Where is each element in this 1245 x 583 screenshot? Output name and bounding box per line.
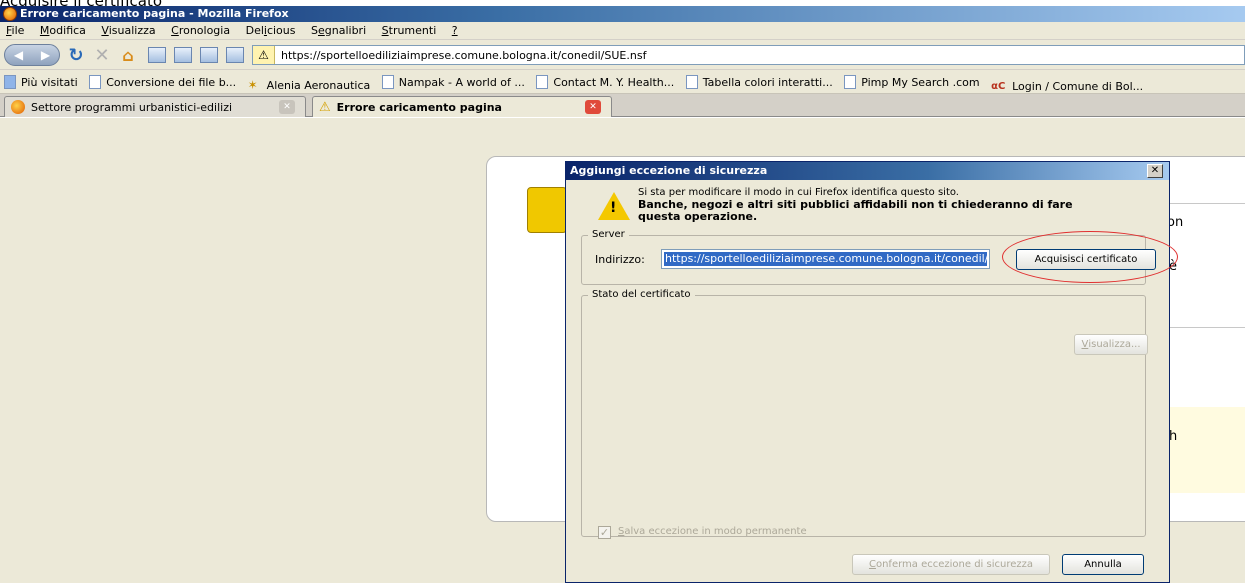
page-icon bbox=[536, 75, 549, 89]
dialog-message: Si sta per modificare il modo in cui Fir… bbox=[638, 187, 959, 198]
menu-modifica[interactable]: Modifica bbox=[34, 22, 92, 40]
server-legend: Server bbox=[588, 229, 629, 240]
url-text[interactable]: https://sportelloediliziaimprese.comune.… bbox=[275, 49, 646, 62]
confirm-exception-button[interactable]: Conferma eccezione di sicurezza bbox=[852, 554, 1050, 575]
warning-icon: ⚠ bbox=[319, 99, 331, 115]
menu-cronologia[interactable]: Cronologia bbox=[165, 22, 236, 40]
home-icon[interactable]: ⌂ bbox=[118, 45, 138, 65]
back-forward-buttons[interactable]: ◀ ▶ bbox=[4, 44, 60, 66]
tab-close-icon[interactable]: ✕ bbox=[279, 100, 295, 114]
address-label: Indirizzo: bbox=[595, 253, 645, 266]
dialog-warning-message: Banche, negozi e altri siti pubblici aff… bbox=[638, 198, 1073, 223]
comune-icon: αC bbox=[991, 81, 1006, 92]
toolbar-icon[interactable] bbox=[200, 47, 218, 63]
stop-icon[interactable]: ✕ bbox=[92, 45, 112, 66]
dialog-titlebar: Aggiungi eccezione di sicurezza ✕ bbox=[566, 162, 1169, 180]
page-icon bbox=[844, 75, 857, 89]
bookmark-item[interactable]: Tabella colori interatti... bbox=[682, 70, 837, 93]
toolbar-icon[interactable] bbox=[174, 47, 192, 63]
dialog-title: Aggiungi eccezione di sicurezza bbox=[570, 164, 768, 177]
address-value[interactable]: https://sportelloediliziaimprese.comune.… bbox=[664, 252, 989, 266]
warning-icon[interactable]: ⚠ bbox=[253, 46, 275, 64]
bookmark-item[interactable]: αC Login / Comune di Bol... bbox=[987, 75, 1147, 93]
window-titlebar: Errore caricamento pagina - Mozilla Fire… bbox=[0, 6, 1245, 22]
status-legend: Stato del certificato bbox=[588, 289, 695, 300]
page-icon bbox=[89, 75, 102, 89]
bookmark-icon bbox=[4, 75, 16, 89]
menubar: File Modifica Visualizza Cronologia Deli… bbox=[0, 22, 1245, 40]
reload-icon[interactable]: ↻ bbox=[66, 45, 86, 66]
bookmark-item[interactable]: Più visitati bbox=[0, 70, 82, 93]
menu-segnalibri[interactable]: Segnalibri bbox=[305, 22, 372, 40]
site-icon bbox=[11, 100, 25, 114]
menu-visualizza[interactable]: Visualizza bbox=[95, 22, 161, 40]
highlight-circle bbox=[1002, 231, 1178, 283]
menu-help[interactable]: ? bbox=[446, 22, 464, 40]
tab-bar: Settore programmi urbanistici-edilizi ✕ … bbox=[0, 94, 1245, 117]
firefox-icon bbox=[3, 7, 17, 21]
page-content: on è h Aggiungi eccezione di sicurezza ✕… bbox=[0, 118, 1245, 583]
page-icon bbox=[685, 75, 698, 89]
bookmark-item[interactable]: Pimp My Search .com bbox=[840, 70, 983, 93]
url-bar[interactable]: ⚠ https://sportelloediliziaimprese.comun… bbox=[252, 45, 1245, 65]
menu-file[interactable]: File bbox=[0, 22, 30, 40]
alenia-icon: ✶ bbox=[247, 78, 258, 92]
bookmark-item[interactable]: Conversione dei file b... bbox=[85, 70, 240, 93]
view-button[interactable]: Visualizza... bbox=[1074, 334, 1148, 355]
menu-delicious[interactable]: Delicious bbox=[240, 22, 302, 40]
toolbar-icon[interactable] bbox=[226, 47, 244, 63]
tab-errore[interactable]: ⚠ Errore caricamento pagina ✕ bbox=[312, 96, 612, 117]
navigation-toolbar: ◀ ▶ ↻ ✕ ⌂ ⚠ https://sportelloediliziaimp… bbox=[0, 40, 1245, 70]
tab-close-icon[interactable]: ✕ bbox=[585, 100, 601, 114]
error-text-fragment: h bbox=[1169, 429, 1178, 444]
add-security-exception-dialog: Aggiungi eccezione di sicurezza ✕ ! Si s… bbox=[565, 161, 1178, 583]
address-input[interactable]: https://sportelloediliziaimprese.comune.… bbox=[661, 249, 990, 269]
error-badge-icon bbox=[527, 187, 567, 233]
addon-toolbar-icon[interactable] bbox=[148, 47, 166, 63]
forward-arrow-icon[interactable]: ▶ bbox=[41, 48, 50, 62]
save-permanent-label: Salva eccezione in modo permanente bbox=[618, 526, 807, 537]
bookmark-item[interactable]: Contact M. Y. Health... bbox=[532, 70, 678, 93]
close-icon[interactable]: ✕ bbox=[1147, 164, 1163, 178]
save-permanent-checkbox[interactable]: ✓ bbox=[598, 526, 611, 539]
bookmark-item[interactable]: Nampak - A world of ... bbox=[378, 70, 529, 93]
menu-strumenti[interactable]: Strumenti bbox=[376, 22, 443, 40]
cancel-button[interactable]: Annulla bbox=[1062, 554, 1144, 575]
back-arrow-icon[interactable]: ◀ bbox=[14, 48, 23, 62]
page-icon bbox=[381, 75, 394, 89]
window-title: Errore caricamento pagina - Mozilla Fire… bbox=[20, 7, 289, 20]
tab-settore[interactable]: Settore programmi urbanistici-edilizi ✕ bbox=[4, 96, 306, 117]
warning-exclamation: ! bbox=[610, 200, 617, 216]
certificate-status-group: Stato del certificato Visualizza... bbox=[581, 289, 1148, 537]
bookmark-item[interactable]: ✶ Alenia Aeronautica bbox=[244, 73, 375, 93]
bookmarks-toolbar: Più visitati Conversione dei file b... ✶… bbox=[0, 70, 1245, 94]
